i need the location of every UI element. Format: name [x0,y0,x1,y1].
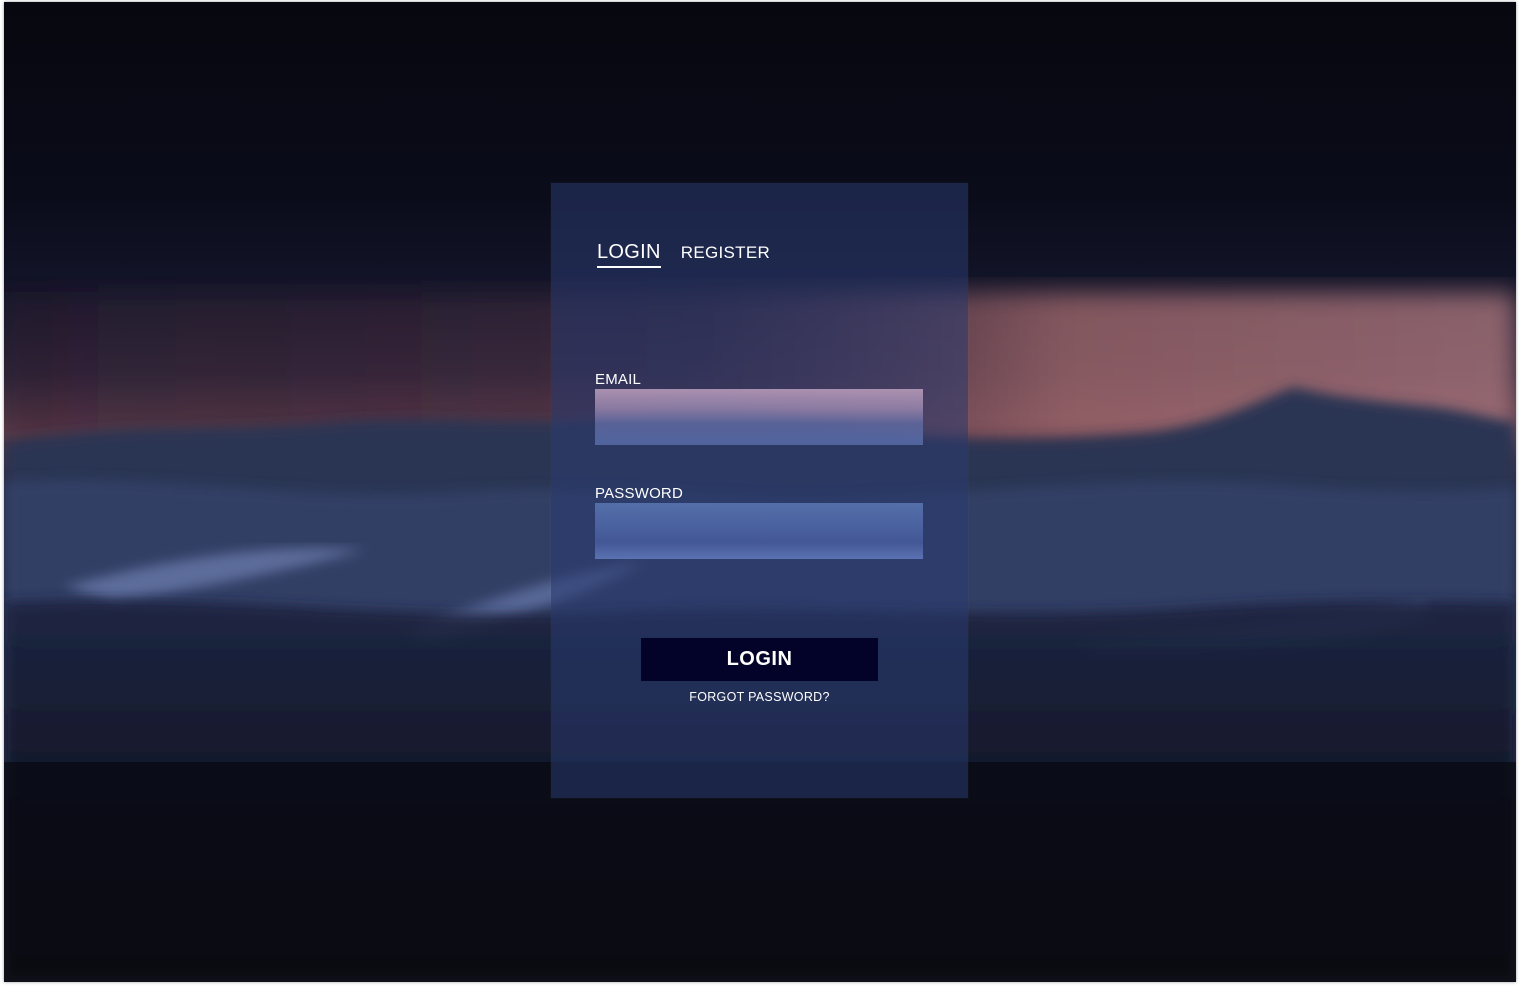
password-label: PASSWORD [595,485,683,502]
login-panel: LOGIN REGISTER EMAIL PASSWORD LOGIN FORG… [551,183,968,798]
forgot-password-link[interactable]: FORGOT PASSWORD? [551,690,968,704]
login-button[interactable]: LOGIN [641,638,878,681]
page-frame: LOGIN REGISTER EMAIL PASSWORD LOGIN FORG… [4,2,1516,982]
auth-tabs: LOGIN REGISTER [597,241,770,268]
password-field[interactable] [595,503,923,559]
tab-register[interactable]: REGISTER [681,243,770,265]
email-field[interactable] [595,389,923,445]
tab-login[interactable]: LOGIN [597,241,661,268]
email-label: EMAIL [595,371,642,388]
